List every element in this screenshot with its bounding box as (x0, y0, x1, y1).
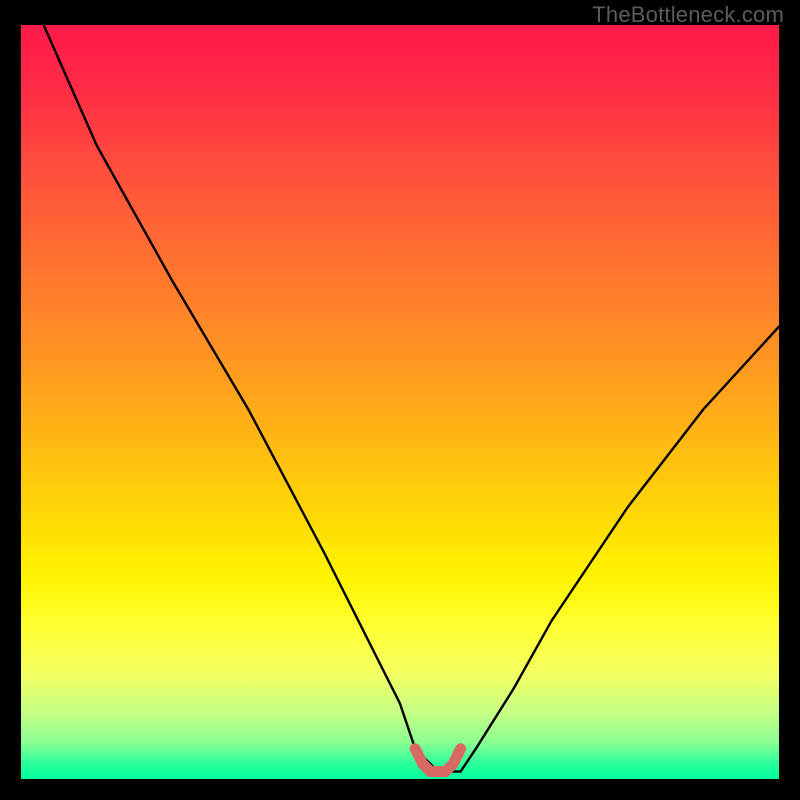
plot-area (21, 25, 779, 779)
bottleneck-curve (44, 25, 779, 772)
chart-svg (21, 25, 779, 779)
highlight-segment (415, 749, 460, 772)
chart-frame: TheBottleneck.com (0, 0, 800, 800)
